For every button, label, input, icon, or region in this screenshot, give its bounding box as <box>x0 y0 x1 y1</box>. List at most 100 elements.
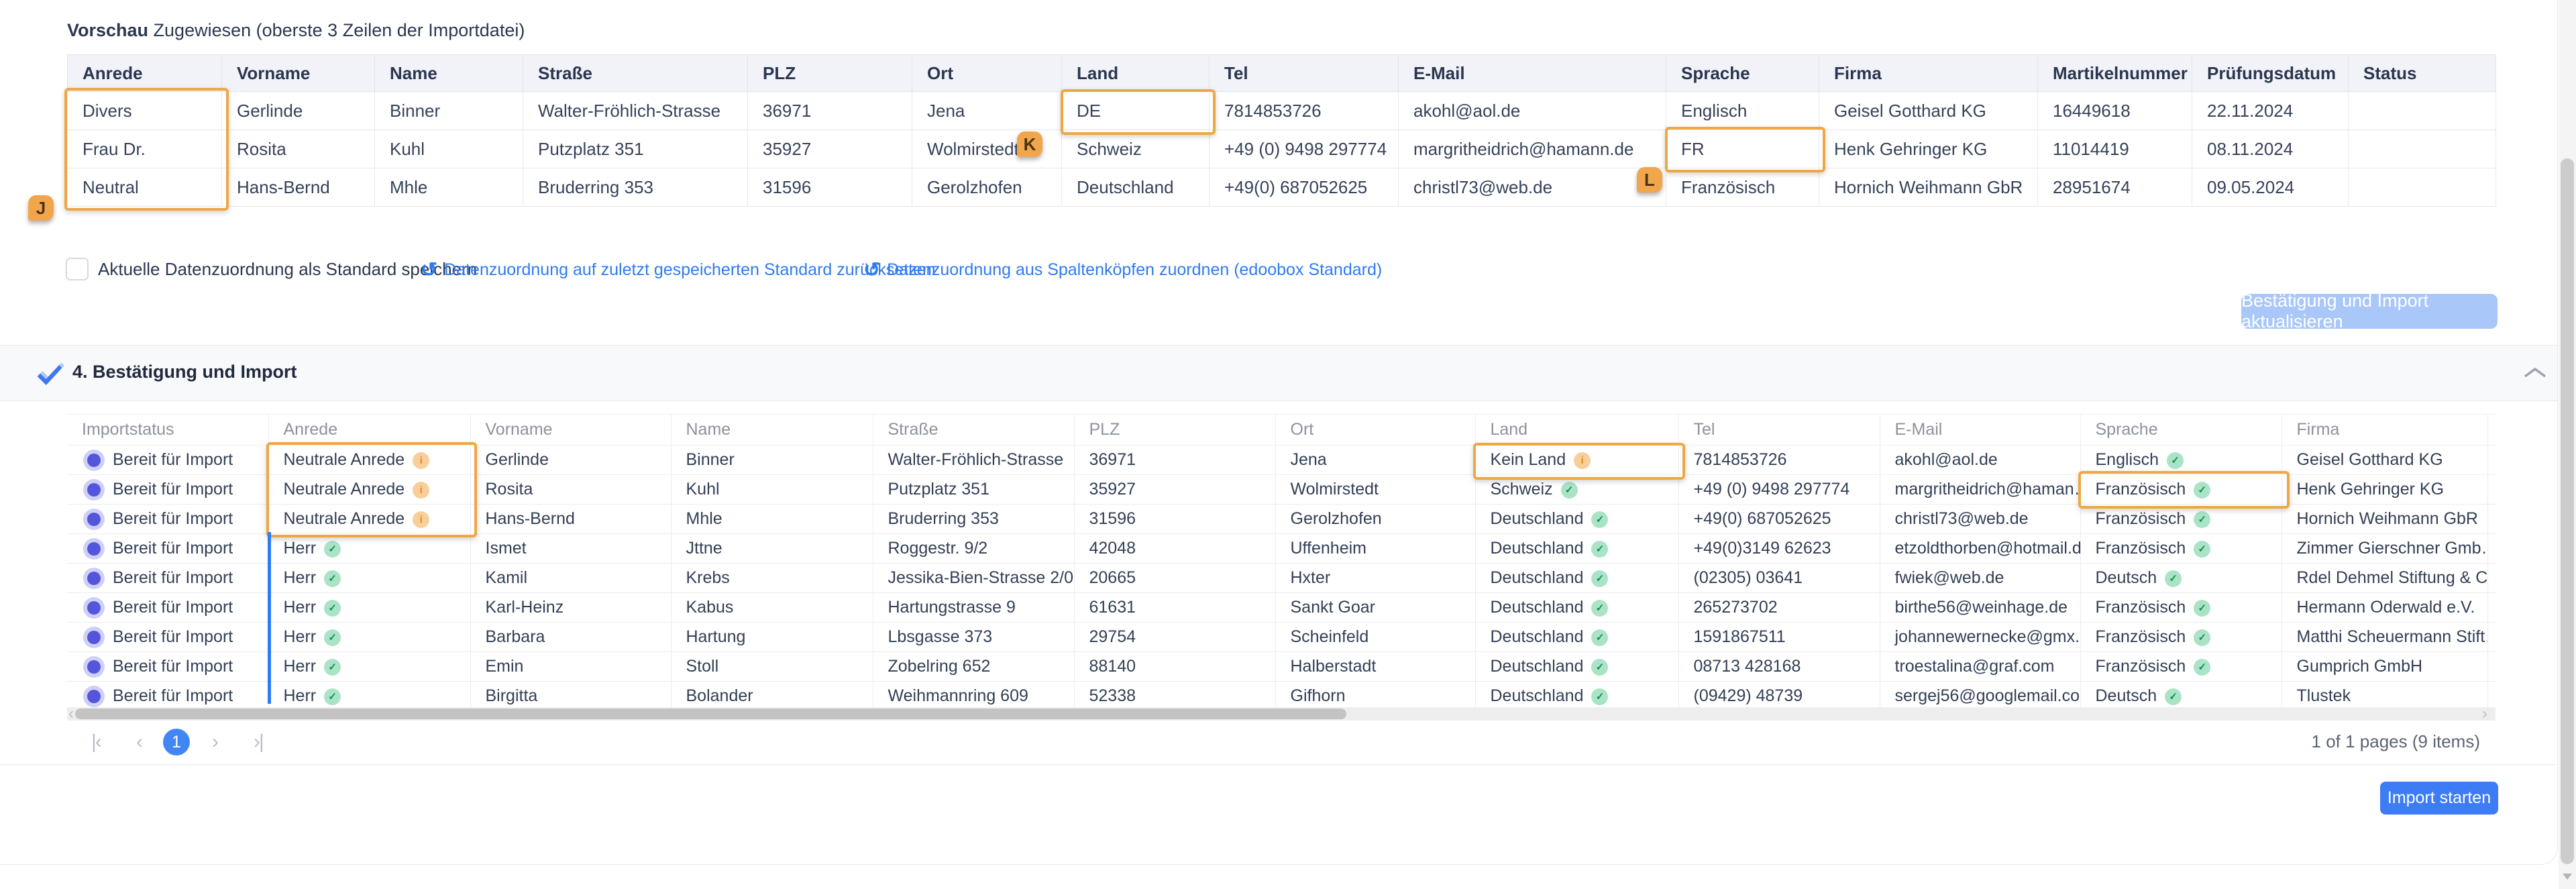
update-confirmation-button[interactable]: Bestätigung und Import aktualisieren <box>2241 294 2498 329</box>
cell-name: Krebs <box>671 564 873 593</box>
cell-ort: Scheinfeld <box>1275 623 1475 652</box>
chevron-up-icon[interactable] <box>2522 366 2548 384</box>
cell-sprache: Französisch✓ <box>2080 652 2282 682</box>
section-header-confirmation[interactable]: 4. Bestätigung und Import <box>0 345 2557 401</box>
preview-column-header: Anrede <box>68 55 222 92</box>
ready-status-icon <box>87 690 101 703</box>
cell-ort: Wolmirstedt <box>1275 475 1475 505</box>
preview-cell: akohl@aol.de <box>1399 92 1666 130</box>
scroll-down-arrow[interactable] <box>2563 874 2572 880</box>
check-icon: ✓ <box>2194 511 2210 528</box>
import-row: Bereit für ImportHerr✓BarbaraHartungLbsg… <box>67 623 2496 652</box>
cell-firma: Tlustek <box>2282 682 2487 711</box>
vertical-scrollbar-thumb[interactable] <box>2561 158 2574 864</box>
save-mapping-checkbox[interactable] <box>66 258 89 280</box>
import-column-header: Name <box>671 415 873 446</box>
pagination-first-button[interactable]: |‹ <box>91 729 101 755</box>
cell-strasse: Weihmannring 609 <box>873 682 1074 711</box>
cell-empty <box>2487 505 2496 534</box>
cell-importstatus: Bereit für Import <box>67 446 268 475</box>
map-from-headers-link[interactable]: ↺Datenzuordnung aus Spaltenköpfen zuordn… <box>863 258 1382 282</box>
preview-cell: Gerolzhofen <box>912 168 1062 207</box>
preview-cell: margritheidrich@hamann.de <box>1399 130 1666 168</box>
reset-mapping-link[interactable]: ↺Datenzuordnung auf zuletzt gespeicherte… <box>421 258 936 282</box>
cell-email: sergej56@googlemail.co… <box>1880 682 2080 711</box>
ready-status-icon <box>87 631 101 644</box>
check-icon: ✓ <box>2165 570 2182 587</box>
cell-land: Deutschland✓ <box>1475 505 1678 534</box>
ready-status-icon <box>87 483 101 496</box>
import-column-header: Sprache <box>2080 415 2282 446</box>
cell-anrede: Herr✓ <box>268 682 470 711</box>
cell-vorname: Ismet <box>470 534 671 564</box>
cell-strasse: Roggestr. 9/2 <box>873 534 1074 564</box>
cell-anrede: Herr✓ <box>268 564 470 593</box>
annotation-badge-l: L <box>1637 167 1662 193</box>
preview-cell: 35927 <box>748 130 912 168</box>
cell-importstatus: Bereit für Import <box>67 505 268 534</box>
import-column-header: Straße <box>873 415 1074 446</box>
check-icon: ✓ <box>2194 600 2210 617</box>
check-icon: ✓ <box>1591 629 1608 646</box>
cell-sprache: Französisch✓ <box>2080 623 2282 652</box>
cell-empty <box>2487 534 2496 564</box>
cell-vorname: Rosita <box>470 475 671 505</box>
cell-sprache: Französisch✓ <box>2080 505 2282 534</box>
cell-plz: 31596 <box>1074 505 1275 534</box>
cell-strasse: Walter-Fröhlich-Strasse <box>873 446 1074 475</box>
cell-ort: Jena <box>1275 446 1475 475</box>
preview-column-header: Straße <box>523 55 748 92</box>
cell-tel: (09429) 48739 <box>1678 682 1880 711</box>
cell-land: Deutschland✓ <box>1475 623 1678 652</box>
cell-sprache: Deutsch✓ <box>2080 564 2282 593</box>
preview-cell: 36971 <box>748 92 912 130</box>
check-icon: ✓ <box>1591 511 1608 528</box>
horizontal-scrollbar-thumb[interactable] <box>75 709 1346 719</box>
preview-cell: Henk Gehringer KG <box>1819 130 2038 168</box>
preview-column-header: E-Mail <box>1399 55 1666 92</box>
cell-vorname: Kamil <box>470 564 671 593</box>
import-column-header: PLZ <box>1074 415 1275 446</box>
pagination-summary: 1 of 1 pages (9 items) <box>2312 731 2480 752</box>
cell-ort: Uffenheim <box>1275 534 1475 564</box>
cell-importstatus: Bereit für Import <box>67 564 268 593</box>
import-row: Bereit für ImportHerr✓BirgittaBolanderWe… <box>67 682 2496 711</box>
preview-header-row: AnredeVornameNameStraßePLZOrtLandTelE-Ma… <box>68 55 2496 92</box>
cell-name: Kabus <box>671 593 873 623</box>
cell-firma: Zimmer Gierschner Gmb… <box>2282 534 2487 564</box>
undo-icon: ↺ <box>863 258 880 282</box>
start-import-button[interactable]: Import starten <box>2380 782 2498 815</box>
cell-firma: Geisel Gotthard KG <box>2282 446 2487 475</box>
import-row: Bereit für ImportHerr✓IsmetJttneRoggestr… <box>67 534 2496 564</box>
cell-anrede: Herr✓ <box>268 534 470 564</box>
cell-empty <box>2487 623 2496 652</box>
cell-empty <box>2487 446 2496 475</box>
cell-plz: 20665 <box>1074 564 1275 593</box>
preview-cell: Geisel Gotthard KG <box>1819 92 2038 130</box>
pagination-last-button[interactable]: ›| <box>254 729 263 755</box>
cell-vorname: Birgitta <box>470 682 671 711</box>
cell-name: Binner <box>671 446 873 475</box>
check-icon: ✓ <box>1591 570 1608 587</box>
pagination-prev-button[interactable]: ‹ <box>136 729 142 755</box>
cell-plz: 42048 <box>1074 534 1275 564</box>
preview-cell <box>2349 168 2496 207</box>
check-icon: ✓ <box>2165 688 2182 705</box>
cell-tel: 265273702 <box>1678 593 1880 623</box>
cell-tel: 1591867511 <box>1678 623 1880 652</box>
pagination-next-button[interactable]: › <box>212 729 217 755</box>
import-column-header: E-Mail <box>1880 415 2080 446</box>
cell-land: Deutschland✓ <box>1475 534 1678 564</box>
cell-importstatus: Bereit für Import <box>67 623 268 652</box>
cell-ort: Hxter <box>1275 564 1475 593</box>
preview-cell: 22.11.2024 <box>2192 92 2349 130</box>
highlight-box-preview-sprache-fr <box>1665 127 1825 172</box>
preview-title-rest: Zugewiesen (oberste 3 Zeilen der Importd… <box>148 20 525 40</box>
scroll-left-arrow[interactable]: ‹ <box>68 704 74 723</box>
preview-cell: 31596 <box>748 168 912 207</box>
pagination-current-page[interactable]: 1 <box>163 729 190 755</box>
import-header-row: ImportstatusAnredeVornameNameStraßePLZOr… <box>67 415 2496 446</box>
scroll-right-arrow[interactable]: › <box>2482 704 2487 723</box>
preview-cell: Schweiz <box>1062 130 1210 168</box>
preview-cell: christl73@web.de <box>1399 168 1666 207</box>
